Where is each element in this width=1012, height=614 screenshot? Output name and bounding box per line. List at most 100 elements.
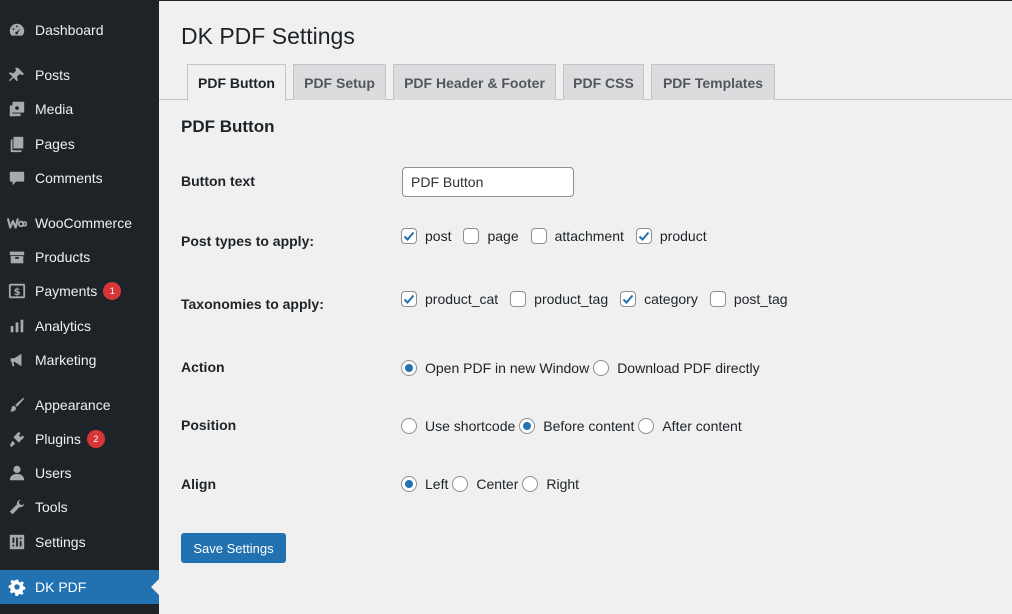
position-shortcode-label: Use shortcode [425, 418, 516, 434]
tab-pdf-setup[interactable]: PDF Setup [293, 64, 386, 100]
main-content: DK PDF Settings PDF Button PDF Setup PDF… [159, 0, 1012, 614]
sidebar-item-label: Posts [35, 67, 71, 83]
align-center-label: Center [476, 476, 519, 492]
post-types-options: post page attachment product [401, 226, 719, 246]
sidebar-item-payments[interactable]: $ Payments 1 [0, 274, 159, 308]
sidebar-item-label: Products [35, 249, 91, 265]
sidebar-item-label: DK PDF [35, 579, 87, 595]
taxonomy-category-checkbox[interactable] [620, 291, 637, 307]
align-center-radio[interactable] [452, 476, 469, 492]
sidebar-item-label: Comments [35, 170, 103, 186]
align-right-radio[interactable] [522, 476, 539, 492]
position-shortcode-radio[interactable] [401, 418, 417, 434]
sidebar-item-label: Appearance [35, 397, 111, 413]
sidebar-item-settings[interactable]: Settings [0, 525, 159, 559]
sidebar-item-label: Settings [35, 534, 86, 550]
post-type-attachment-label: attachment [554, 228, 624, 244]
save-settings-button[interactable]: Save Settings [181, 533, 286, 563]
align-left-radio[interactable] [401, 476, 417, 492]
wrench-icon [7, 497, 27, 517]
analytics-icon [7, 316, 27, 336]
sidebar-item-label: Users [35, 465, 72, 481]
align-right-label: Right [546, 476, 580, 492]
sidebar-item-label: Dashboard [35, 22, 104, 38]
align-left-label: Left [425, 476, 449, 492]
post-type-page-checkbox[interactable] [463, 228, 480, 244]
tab-pdf-button[interactable]: PDF Button [187, 64, 286, 101]
admin-sidebar: Dashboard Posts Media Pages Comments Woo… [0, 0, 159, 614]
action-options: Open PDF in new Window Download PDF dire… [401, 358, 764, 378]
comments-icon [7, 168, 27, 188]
brush-icon [7, 395, 27, 415]
taxonomy-product-tag-label: product_tag [534, 291, 609, 307]
dashboard-icon [7, 20, 27, 40]
sidebar-item-analytics[interactable]: Analytics [0, 309, 159, 343]
taxonomy-product-tag-checkbox[interactable] [510, 291, 527, 307]
taxonomy-product-cat-label: product_cat [425, 291, 499, 307]
sidebar-item-label: Payments [35, 283, 98, 299]
page-title: DK PDF Settings [181, 23, 355, 49]
sidebar-item-products[interactable]: Products [0, 240, 159, 274]
taxonomies-label: Taxonomies to apply: [181, 296, 324, 312]
position-before-content-radio[interactable] [519, 418, 536, 434]
position-label: Position [181, 417, 237, 433]
post-type-attachment-checkbox[interactable] [530, 228, 547, 244]
sidebar-item-label: Pages [35, 136, 75, 152]
action-open-new-window-radio[interactable] [401, 360, 417, 376]
sidebar-item-label: WooCommerce [35, 215, 132, 231]
sidebar-item-label: Analytics [35, 318, 92, 334]
post-types-label: Post types to apply: [181, 233, 315, 249]
post-type-product-checkbox[interactable] [635, 228, 652, 244]
tab-pdf-css[interactable]: PDF CSS [563, 64, 644, 100]
gear-icon [7, 577, 27, 597]
taxonomy-post-tag-label: post_tag [733, 291, 788, 307]
sidebar-item-woocommerce[interactable]: WooCommerce [0, 206, 159, 240]
products-icon [7, 247, 27, 267]
media-icon [7, 99, 27, 119]
tab-pdf-header-footer[interactable]: PDF Header & Footer [393, 64, 556, 100]
pages-icon [7, 134, 27, 154]
sidebar-item-dk-pdf[interactable]: DK PDF [0, 570, 159, 604]
sidebar-item-media[interactable]: Media [0, 92, 159, 126]
action-download-directly-label: Download PDF directly [617, 360, 760, 376]
pin-icon [7, 65, 27, 85]
plugin-icon [7, 429, 27, 449]
sidebar-item-appearance[interactable]: Appearance [0, 388, 159, 422]
taxonomy-category-label: category [644, 291, 698, 307]
settings-icon [7, 532, 27, 552]
align-options: Left Center Right [401, 474, 583, 494]
sidebar-item-plugins[interactable]: Plugins 2 [0, 422, 159, 456]
sidebar-item-dashboard[interactable]: Dashboard [0, 13, 159, 47]
sidebar-item-label: Tools [35, 499, 68, 515]
align-label: Align [181, 476, 216, 492]
post-type-post-label: post [425, 228, 452, 244]
sidebar-item-tools[interactable]: Tools [0, 490, 159, 524]
post-type-product-label: product [659, 228, 707, 244]
tab-pdf-templates[interactable]: PDF Templates [651, 64, 775, 100]
action-download-directly-radio[interactable] [593, 360, 610, 376]
notification-badge: 2 [86, 430, 105, 448]
sidebar-item-pages[interactable]: Pages [0, 127, 159, 161]
user-icon [7, 463, 27, 483]
sidebar-item-label: Media [35, 101, 74, 117]
section-title: PDF Button [181, 117, 275, 136]
sidebar-item-marketing[interactable]: Marketing [0, 343, 159, 377]
payments-icon: $ [7, 281, 27, 301]
post-type-post-checkbox[interactable] [401, 228, 417, 244]
sidebar-item-label: Plugins [35, 431, 81, 447]
settings-tabs: PDF Button PDF Setup PDF Header & Footer… [159, 64, 1012, 101]
sidebar-item-label: Marketing [35, 352, 97, 368]
taxonomy-post-tag-checkbox[interactable] [709, 291, 726, 307]
post-type-page-label: page [487, 228, 519, 244]
megaphone-icon [7, 350, 27, 370]
position-before-content-label: Before content [543, 418, 635, 434]
sidebar-item-comments[interactable]: Comments [0, 161, 159, 195]
sidebar-item-users[interactable]: Users [0, 456, 159, 490]
action-open-new-window-label: Open PDF in new Window [425, 360, 590, 376]
taxonomy-product-cat-checkbox[interactable] [401, 291, 417, 307]
button-text-input[interactable] [402, 167, 574, 197]
action-label: Action [181, 359, 225, 375]
sidebar-item-posts[interactable]: Posts [0, 58, 159, 92]
position-after-content-radio[interactable] [638, 418, 655, 434]
notification-badge: 1 [103, 282, 122, 300]
